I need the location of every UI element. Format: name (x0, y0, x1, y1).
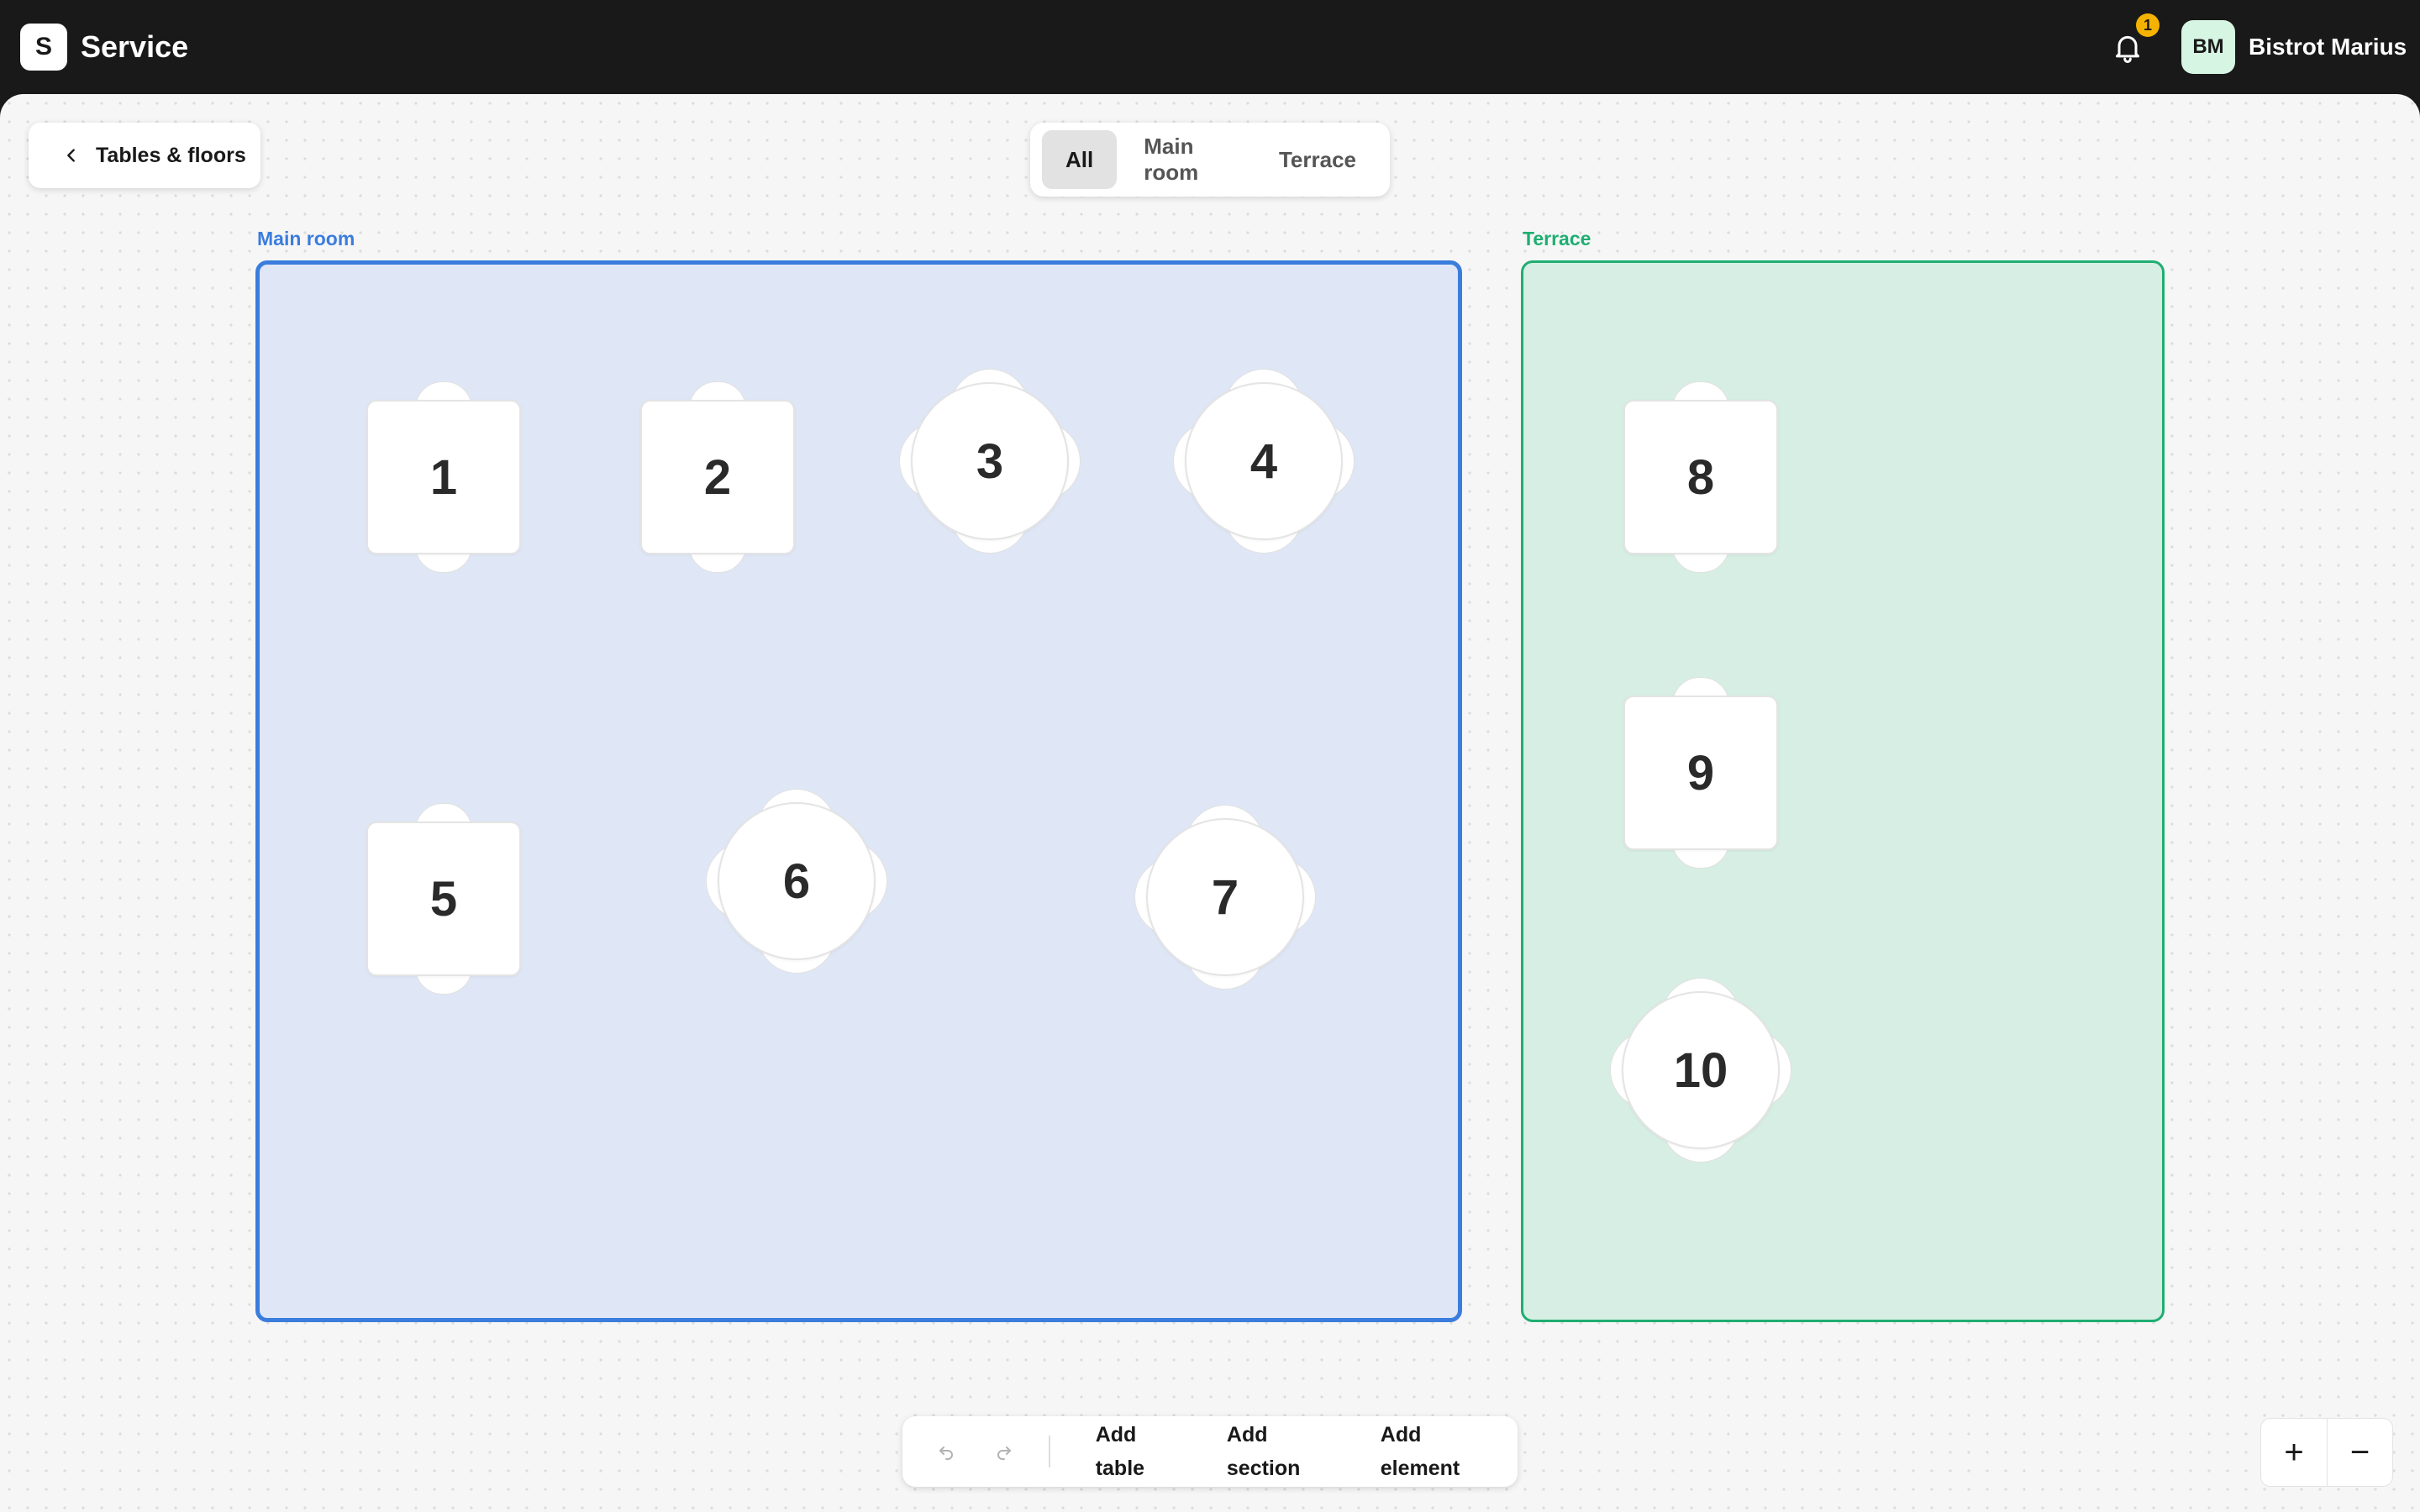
table-number[interactable]: 9 (1623, 696, 1778, 850)
table-number[interactable]: 1 (366, 400, 521, 554)
add-table-button[interactable]: Add table (1074, 1418, 1205, 1485)
top-bar: S Service 1 BM Bistrot Marius (0, 0, 2420, 94)
add-section-button[interactable]: Add section (1205, 1418, 1359, 1485)
floor-plan-canvas[interactable]: Tables & floors All Main room Terrace Ma… (0, 94, 2420, 1512)
table-number[interactable]: 5 (366, 822, 521, 976)
table-number[interactable]: 4 (1185, 382, 1343, 540)
tables-layer: 1 2 3 4 5 6 7 8 9 10 (0, 94, 2420, 1512)
toolbar-divider (1048, 1436, 1050, 1467)
redo-icon[interactable] (991, 1436, 1018, 1467)
add-element-button[interactable]: Add element (1359, 1418, 1518, 1485)
undo-icon[interactable] (933, 1436, 960, 1467)
bell-icon[interactable] (2111, 30, 2144, 64)
table-number[interactable]: 6 (718, 802, 876, 960)
app-logo[interactable]: S (20, 24, 67, 71)
table-number[interactable]: 2 (640, 400, 795, 554)
user-name[interactable]: Bistrot Marius (2249, 30, 2407, 64)
app-title: Service (81, 29, 189, 64)
table-number[interactable]: 10 (1622, 991, 1780, 1149)
table-number[interactable]: 7 (1146, 818, 1304, 976)
avatar[interactable]: BM (2181, 20, 2235, 74)
table-number[interactable]: 3 (911, 382, 1069, 540)
zoom-in-button[interactable]: + (2261, 1419, 2327, 1486)
zoom-out-button[interactable]: − (2327, 1419, 2392, 1486)
notification-badge: 1 (2136, 13, 2160, 37)
zoom-controls: + − (2260, 1418, 2393, 1487)
table-number[interactable]: 8 (1623, 400, 1778, 554)
editor-toolbar: Add table Add section Add element (902, 1416, 1518, 1487)
